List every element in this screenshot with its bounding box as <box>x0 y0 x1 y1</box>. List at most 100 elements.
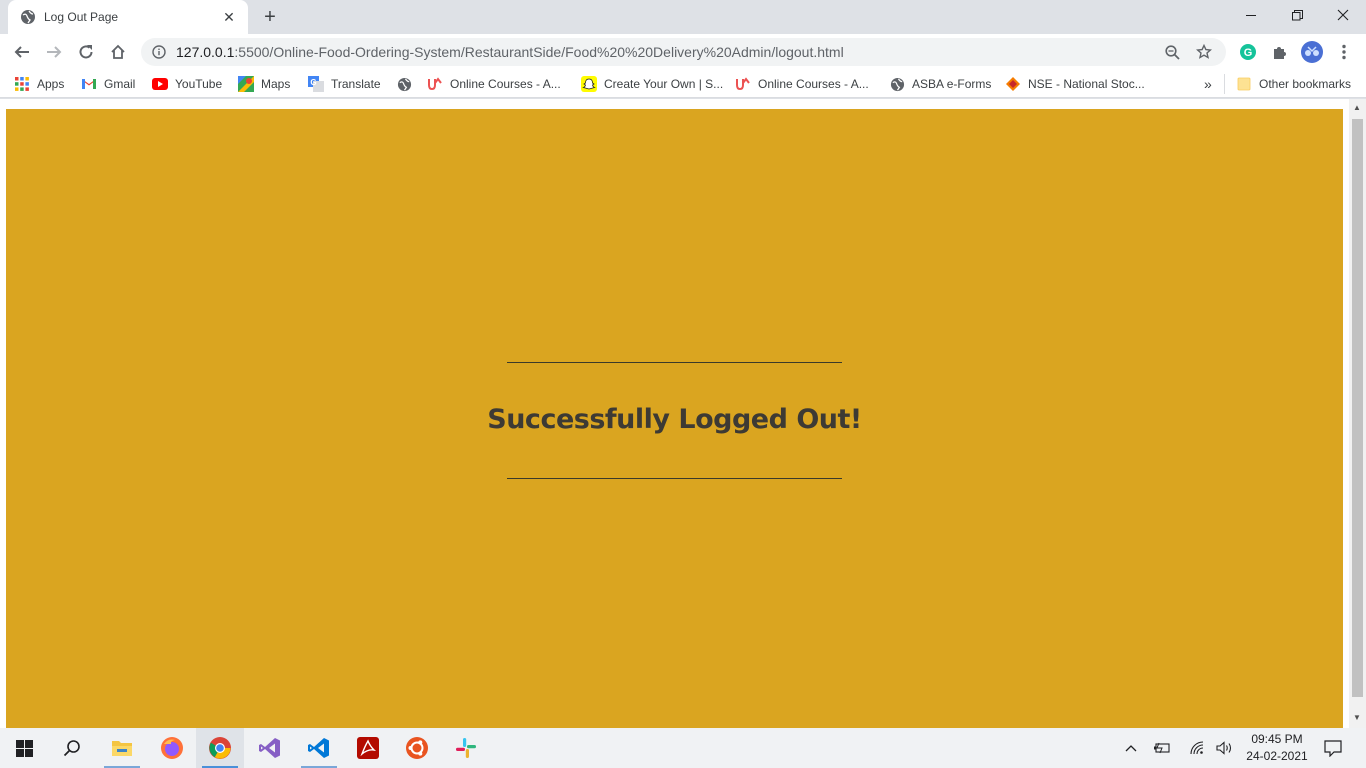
scroll-up-arrow-icon[interactable]: ▲ <box>1353 103 1361 112</box>
bookmark-gmail[interactable]: Gmail <box>81 74 135 94</box>
bottom-divider-line <box>507 478 842 479</box>
clock-time: 09:45 PM <box>1251 732 1303 746</box>
info-icon[interactable] <box>151 44 167 60</box>
tray-overflow-chevron-icon[interactable] <box>1120 728 1142 768</box>
back-button[interactable] <box>8 38 36 66</box>
bookmark-maps[interactable]: Maps <box>238 74 290 94</box>
vscode-icon <box>308 738 329 758</box>
close-window-button[interactable] <box>1320 0 1366 30</box>
globe-icon <box>20 9 36 25</box>
start-button[interactable] <box>0 728 48 768</box>
bookmark-label: ASBA e-Forms <box>912 77 992 91</box>
translate-icon: G <box>308 76 324 92</box>
arrow-left-icon <box>14 46 29 58</box>
udemy-icon <box>427 76 443 92</box>
bookmark-other-bookmarks[interactable]: Other bookmarks <box>1236 74 1351 94</box>
tab-close-icon[interactable]: ✕ <box>220 8 238 26</box>
clock-date: 24-02-2021 <box>1246 749 1308 763</box>
chrome-menu-icon[interactable] <box>1330 38 1358 66</box>
bookmark-online-courses-1[interactable]: Online Courses - A... <box>427 74 561 94</box>
notifications-icon[interactable] <box>1318 728 1348 768</box>
forward-button[interactable] <box>40 38 68 66</box>
tab-strip: Log Out Page ✕ + <box>0 0 1366 34</box>
bookmark-label: Translate <box>331 77 381 91</box>
url-text[interactable]: 127.0.0.1:5500/Online-Food-Ordering-Syst… <box>176 44 1152 60</box>
bookmarks-bar: Apps Gmail YouTube Maps G Translate Onli… <box>0 70 1366 98</box>
address-bar[interactable]: 127.0.0.1:5500/Online-Food-Ordering-Syst… <box>141 38 1226 66</box>
bookmark-online-courses-2[interactable]: Online Courses - A... <box>735 74 869 94</box>
bookmark-label: Apps <box>37 77 65 91</box>
globe-icon <box>889 76 905 92</box>
taskbar-ubuntu[interactable] <box>393 728 441 768</box>
taskbar-clock[interactable]: 09:45 PM 24-02-2021 <box>1238 731 1316 765</box>
volume-icon[interactable] <box>1213 728 1237 768</box>
start-icon <box>15 739 33 757</box>
globe-icon <box>396 76 412 92</box>
taskbar-vscode[interactable] <box>295 728 343 768</box>
extensions-puzzle-icon[interactable] <box>1266 38 1294 66</box>
chrome-icon <box>209 737 231 759</box>
taskbar-search-button[interactable] <box>48 728 96 768</box>
battery-icon[interactable] <box>1150 728 1174 768</box>
page-viewport: Successfully Logged Out! ▲ ▼ <box>0 99 1366 729</box>
snapchat-icon <box>581 76 597 92</box>
taskbar-acrobat[interactable] <box>344 728 392 768</box>
reload-button[interactable] <box>72 38 100 66</box>
windows-taskbar: 09:45 PM 24-02-2021 <box>0 728 1366 768</box>
home-icon <box>111 44 125 59</box>
scroll-down-arrow-icon[interactable]: ▼ <box>1353 713 1361 722</box>
bookmark-label: NSE - National Stoc... <box>1028 77 1145 91</box>
taskbar-visual-studio[interactable] <box>246 728 294 768</box>
taskbar-firefox[interactable] <box>148 728 196 768</box>
home-button[interactable] <box>104 38 132 66</box>
slack-icon <box>456 738 476 758</box>
bookmark-label: YouTube <box>175 77 223 91</box>
udemy-icon <box>735 76 751 92</box>
bookmark-asba[interactable]: ASBA e-Forms <box>889 74 991 94</box>
firefox-icon <box>161 737 183 759</box>
bookmark-nse[interactable]: NSE - National Stoc... <box>1005 74 1145 94</box>
vertical-scrollbar[interactable]: ▲ ▼ <box>1349 99 1366 729</box>
bookmark-globe[interactable] <box>396 74 419 94</box>
restore-button[interactable] <box>1274 0 1320 30</box>
minimize-button[interactable] <box>1228 0 1274 30</box>
svg-text:G: G <box>310 78 316 87</box>
nse-icon <box>1005 76 1021 92</box>
url-host: 127.0.0.1 <box>176 44 235 60</box>
browser-toolbar: 127.0.0.1:5500/Online-Food-Ordering-Syst… <box>0 34 1366 70</box>
acrobat-icon <box>357 737 379 759</box>
search-icon <box>63 740 80 757</box>
bookmark-translate[interactable]: G Translate <box>308 74 381 94</box>
visual-studio-icon <box>259 738 280 758</box>
zoom-icon[interactable] <box>1160 40 1184 64</box>
top-divider-line <box>507 362 842 363</box>
taskbar-slack[interactable] <box>442 728 490 768</box>
tab-title: Log Out Page <box>44 10 119 24</box>
taskbar-chrome[interactable] <box>196 728 244 768</box>
grammarly-extension-icon[interactable]: G <box>1234 38 1262 66</box>
browser-tab-active[interactable]: Log Out Page ✕ <box>8 0 248 34</box>
bookmark-label: Online Courses - A... <box>450 77 561 91</box>
arrow-right-icon <box>47 46 62 58</box>
taskbar-file-explorer[interactable] <box>98 728 146 768</box>
bookmark-label: Create Your Own | S... <box>604 77 724 91</box>
logout-heading: Successfully Logged Out! <box>487 404 862 435</box>
bookmark-star-icon[interactable] <box>1192 40 1216 64</box>
bookmark-label: Other bookmarks <box>1259 77 1352 91</box>
file-explorer-icon <box>112 741 132 756</box>
bookmark-label: Gmail <box>104 77 136 91</box>
profile-avatar[interactable] <box>1298 38 1326 66</box>
wifi-icon[interactable] <box>1185 728 1209 768</box>
reload-icon <box>79 45 93 59</box>
bookmark-apps[interactable]: Apps <box>14 74 64 94</box>
bookmarks-divider <box>1224 74 1225 94</box>
maps-icon <box>238 76 254 92</box>
new-tab-button[interactable]: + <box>258 6 282 28</box>
bookmark-snapchat[interactable]: Create Your Own | S... <box>581 74 723 94</box>
scrollbar-thumb[interactable] <box>1352 119 1363 697</box>
bookmarks-overflow-button[interactable]: » <box>1204 74 1212 94</box>
svg-text:G: G <box>1244 47 1253 59</box>
gmail-icon <box>81 76 97 92</box>
bookmark-youtube[interactable]: YouTube <box>152 74 222 94</box>
bookmark-label: Maps <box>261 77 291 91</box>
